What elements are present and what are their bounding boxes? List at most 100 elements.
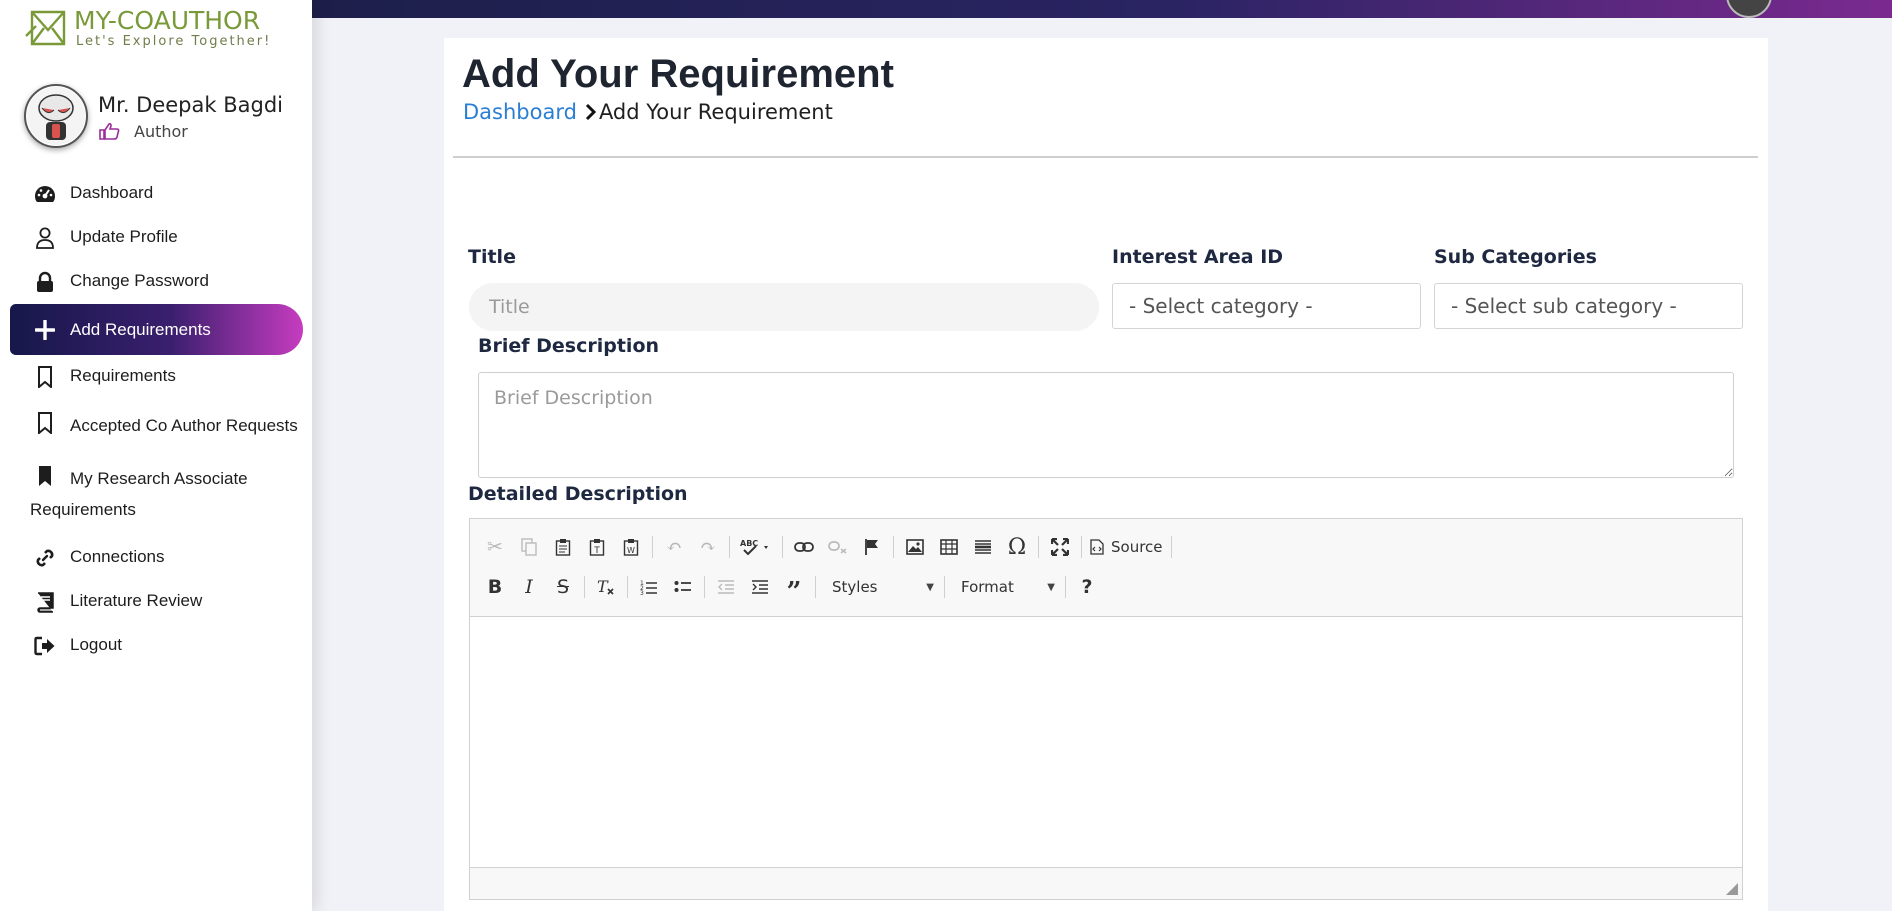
sub-categories-label: Sub Categories — [1434, 246, 1597, 268]
anchor-flag-icon[interactable] — [855, 531, 889, 563]
copy-icon[interactable] — [512, 531, 546, 563]
sidebar-item-add-requirements[interactable]: Add Requirements — [10, 304, 303, 355]
sidebar-item-label: Connections — [70, 547, 165, 566]
bullet-list-icon[interactable] — [666, 571, 700, 603]
avatar-image-icon — [27, 87, 85, 145]
sidebar-item-dashboard[interactable]: Dashboard — [10, 172, 303, 216]
source-label: Source — [1111, 538, 1163, 556]
numbered-list-icon[interactable]: 123 — [632, 571, 666, 603]
interest-area-select[interactable]: - Select category - — [1112, 283, 1421, 329]
svg-text:T: T — [593, 546, 600, 556]
sidebar-item-label: Add Requirements — [70, 319, 211, 339]
svg-text:T: T — [597, 578, 609, 596]
image-icon[interactable] — [898, 531, 932, 563]
svg-text:W: W — [627, 546, 635, 555]
plus-icon — [34, 319, 56, 341]
avatar[interactable] — [24, 84, 88, 148]
sidebar-item-logout[interactable]: Logout — [10, 624, 303, 668]
book-icon — [34, 591, 56, 613]
sub-categories-select[interactable]: - Select sub category - — [1434, 283, 1743, 329]
sidebar-item-label: Accepted Co Author Requests — [70, 416, 298, 435]
link-icon[interactable] — [787, 531, 821, 563]
horizontal-line-icon[interactable] — [966, 531, 1000, 563]
sidebar-item-change-password[interactable]: Change Password — [10, 260, 303, 304]
user-name: Mr. Deepak Bagdi — [98, 92, 283, 117]
logo-icon — [25, 10, 66, 46]
sidebar-item-label: Requirements — [70, 366, 176, 385]
header-avatar[interactable] — [1726, 0, 1772, 18]
sidebar-item-label: Dashboard — [70, 183, 154, 202]
sidebar-item-label: Change Password — [70, 271, 209, 290]
sidebar-item-accepted-co-author-requests[interactable]: Accepted Co Author Requests — [10, 399, 303, 452]
editor-content-area[interactable] — [470, 617, 1742, 867]
sidebar-item-requirements[interactable]: Requirements — [10, 355, 303, 399]
source-icon — [1090, 539, 1104, 555]
italic-icon[interactable]: I — [512, 571, 546, 603]
breadcrumb-current: Add Your Requirement — [598, 100, 833, 124]
unlink-icon[interactable] — [821, 531, 855, 563]
toolbar-row-2: B I S T 123 ” Styles ▼ Format ▼ ? — [478, 567, 1734, 607]
top-header-bar — [312, 0, 1892, 18]
rich-text-editor: ✂ T W ↶ ↷ ABC Ω Source B I S T 1 2 3 ” S… — [469, 518, 1743, 900]
table-icon[interactable] — [932, 531, 966, 563]
help-button[interactable]: ? — [1070, 571, 1104, 603]
brand-title: MY-COAUTHOR — [74, 6, 261, 35]
indent-icon[interactable] — [743, 571, 777, 603]
strikethrough-icon[interactable]: S — [546, 571, 580, 603]
format-dropdown[interactable]: Format ▼ — [949, 573, 1061, 601]
sidebar-item-label: Update Profile — [70, 227, 178, 246]
brief-description-textarea[interactable] — [478, 372, 1734, 478]
breadcrumb: Dashboard Add Your Requirement — [463, 100, 833, 124]
sidebar-nav: Dashboard Update Profile Change Password… — [10, 172, 303, 668]
user-profile: Mr. Deepak Bagdi Author — [24, 84, 283, 148]
outdent-icon[interactable] — [709, 571, 743, 603]
blockquote-icon[interactable]: ” — [777, 571, 811, 607]
sidebar-item-label: Logout — [70, 635, 122, 654]
user-role: Author — [134, 121, 188, 141]
title-input[interactable] — [469, 283, 1099, 331]
brand-logo[interactable]: MY-COAUTHOR Let's Explore Together! — [24, 6, 271, 50]
detailed-description-label: Detailed Description — [468, 483, 688, 505]
page-title: Add Your Requirement — [462, 52, 894, 96]
brief-description-label: Brief Description — [478, 335, 660, 357]
sidebar-item-my-research-associate-requirements[interactable]: My Research Associate Requirements — [10, 452, 303, 536]
paste-icon[interactable] — [546, 531, 580, 563]
bookmark-icon — [34, 366, 56, 388]
chevron-right-icon — [585, 103, 597, 121]
sidebar: MY-COAUTHOR Let's Explore Together! Mr. … — [0, 0, 312, 911]
sidebar-item-label: My Research Associate Requirements — [30, 469, 248, 519]
lock-icon — [34, 271, 56, 293]
sidebar-item-connections[interactable]: Connections — [10, 536, 303, 580]
paste-text-icon[interactable]: T — [580, 531, 614, 563]
header-divider — [453, 156, 1758, 158]
sub-categories-selected: - Select sub category - — [1451, 294, 1677, 318]
logout-icon — [34, 635, 56, 657]
spellcheck-icon[interactable]: ABC — [734, 531, 778, 563]
sidebar-item-update-profile[interactable]: Update Profile — [10, 216, 303, 260]
interest-area-selected: - Select category - — [1129, 294, 1313, 318]
styles-label: Styles — [832, 578, 878, 596]
remove-format-icon[interactable]: T — [589, 571, 623, 603]
main-content-card: Add Your Requirement Dashboard Add Your … — [444, 38, 1768, 911]
source-button[interactable]: Source — [1086, 531, 1167, 563]
paste-word-icon[interactable]: W — [614, 531, 648, 563]
thumbs-up-icon — [99, 122, 120, 140]
special-char-icon[interactable]: Ω — [1000, 531, 1034, 563]
cut-icon[interactable]: ✂ — [478, 531, 512, 563]
caret-down-icon: ▼ — [926, 581, 934, 593]
caret-down-icon: ▼ — [1047, 581, 1055, 593]
title-label: Title — [468, 246, 516, 268]
maximize-icon[interactable] — [1043, 531, 1077, 563]
interest-area-label: Interest Area ID — [1112, 246, 1284, 268]
redo-icon[interactable]: ↷ — [691, 531, 725, 563]
undo-icon[interactable]: ↶ — [657, 531, 691, 563]
resize-grip-icon[interactable] — [1726, 883, 1738, 895]
svg-text:3: 3 — [640, 590, 644, 595]
editor-statusbar — [470, 867, 1742, 899]
bold-icon[interactable]: B — [478, 571, 512, 603]
user-icon — [34, 227, 56, 249]
sidebar-item-literature-review[interactable]: Literature Review — [10, 580, 303, 624]
styles-dropdown[interactable]: Styles ▼ — [820, 573, 940, 601]
sidebar-item-label: Literature Review — [70, 591, 203, 610]
breadcrumb-dashboard-link[interactable]: Dashboard — [463, 100, 577, 124]
